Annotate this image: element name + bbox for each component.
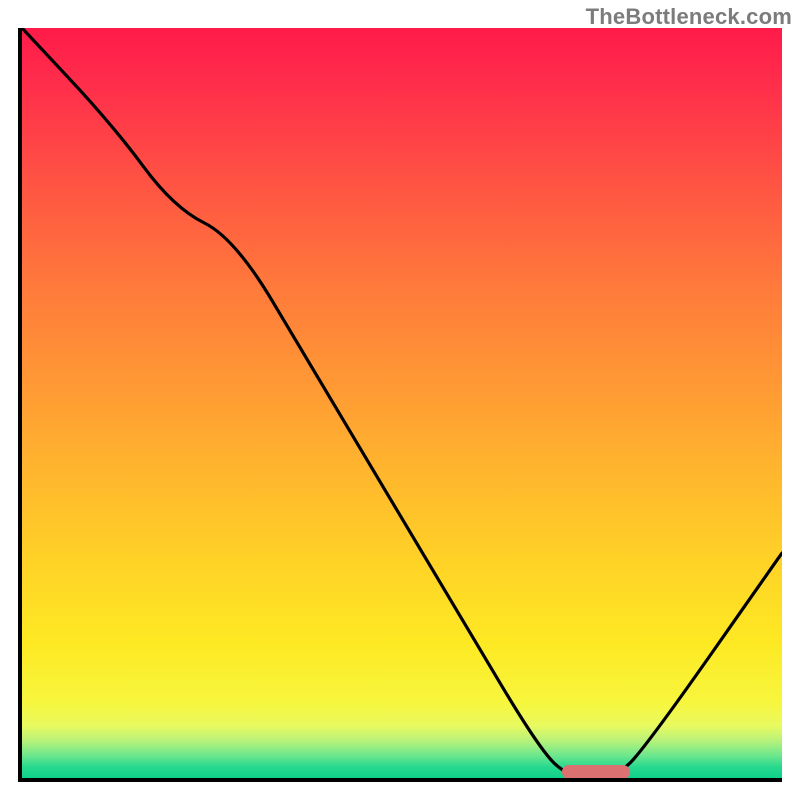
chart-frame: TheBottleneck.com — [0, 0, 800, 800]
plot-area — [18, 28, 782, 782]
bottleneck-marker — [562, 765, 630, 779]
bottleneck-curve — [22, 28, 782, 778]
watermark-text: TheBottleneck.com — [586, 4, 792, 30]
